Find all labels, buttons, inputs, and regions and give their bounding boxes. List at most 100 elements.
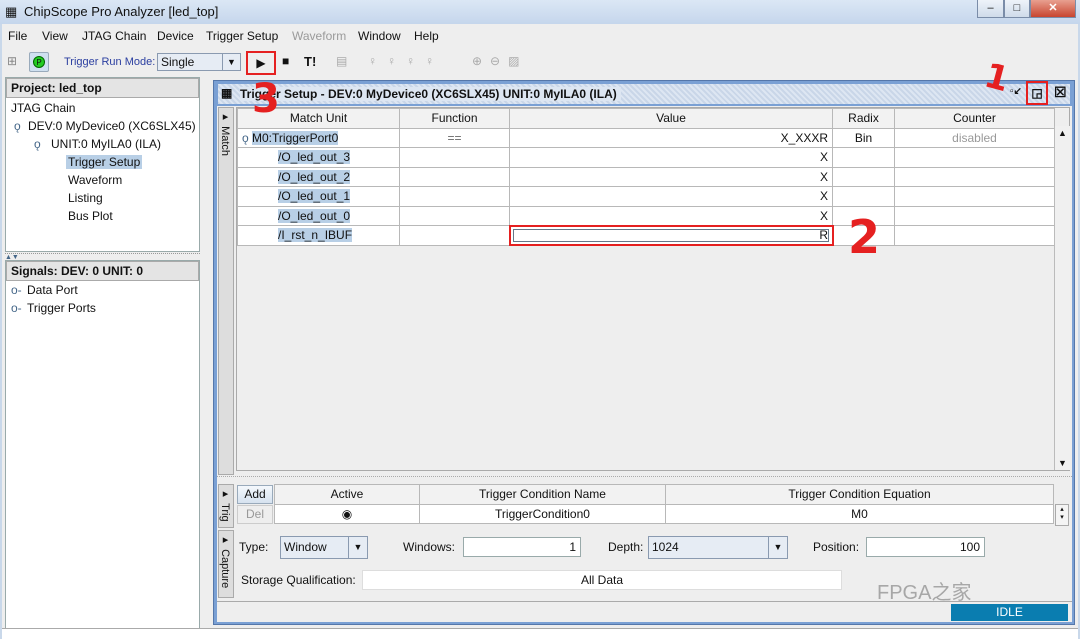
table-row[interactable]: ǫ M0:TriggerPort0 == X_XXXR Bin disabled <box>237 127 1055 148</box>
counter-cell[interactable] <box>894 186 1055 207</box>
col-value[interactable]: Value <box>509 108 833 129</box>
splitter[interactable] <box>217 476 1072 480</box>
navigation-icons[interactable]: ♀♀♀♀ <box>368 54 444 68</box>
counter-cell[interactable] <box>894 166 1055 187</box>
menu-window[interactable]: Window <box>358 29 401 43</box>
float-icon[interactable]: ▫↙ <box>1010 86 1022 97</box>
tree-listing[interactable]: Listing <box>68 191 103 205</box>
function-cell[interactable] <box>399 166 510 187</box>
del-button[interactable]: Del <box>237 505 273 524</box>
tree-device[interactable]: DEV:0 MyDevice0 (XC6SLX45) <box>28 119 196 133</box>
stop-button[interactable]: ■ <box>282 54 289 68</box>
function-cell[interactable] <box>399 205 510 226</box>
maximize-button[interactable]: □ <box>1004 0 1030 18</box>
trigger-immediate-button[interactable]: T! <box>304 54 316 69</box>
condition-equation-cell[interactable]: M0 <box>665 503 1054 524</box>
cable-status-button[interactable]: P <box>29 52 49 72</box>
match-table: Match Unit Function Value Radix Counter … <box>237 108 1055 246</box>
col-condition-name[interactable]: Trigger Condition Name <box>419 484 666 505</box>
document-icon[interactable]: ▤ <box>336 54 347 68</box>
capture-tab-label: Capture <box>219 549 231 589</box>
tab-trig[interactable]: ▸ Trig <box>218 484 234 528</box>
radix-cell[interactable] <box>832 166 895 187</box>
menu-help[interactable]: Help <box>414 29 439 43</box>
menu-trigger-setup[interactable]: Trigger Setup <box>206 29 278 43</box>
tree-unit[interactable]: UNIT:0 MyILA0 (ILA) <box>51 137 161 151</box>
add-button[interactable]: Add <box>237 485 273 504</box>
scroll-down-icon[interactable]: ▼ <box>1058 458 1067 468</box>
match-unit-cell[interactable]: M0:TriggerPort0 <box>252 130 339 145</box>
col-counter[interactable]: Counter <box>894 108 1055 129</box>
jtag-icon[interactable]: ⊞ <box>7 54 17 68</box>
match-unit-cell: /O_led_out_1 <box>278 189 351 204</box>
col-radix[interactable]: Radix <box>832 108 895 129</box>
signal-trigger-ports[interactable]: Trigger Ports <box>27 301 96 315</box>
type-select[interactable]: Window ▼ <box>280 536 368 559</box>
toolbar: ⊞ P Trigger Run Mode: Single ▼ ▶ ■ T! ▤ ♀… <box>2 51 602 75</box>
type-label: Type: <box>239 540 269 554</box>
position-input[interactable]: 100 <box>866 537 985 557</box>
led-icon: P <box>33 56 45 68</box>
value-input-cell[interactable]: R <box>508 224 834 246</box>
close-inner-button[interactable]: ☒ <box>1054 84 1067 101</box>
counter-cell[interactable]: disabled <box>894 127 1055 148</box>
value-cell[interactable]: X <box>509 205 833 226</box>
tree-trigger-setup[interactable]: Trigger Setup <box>66 155 143 169</box>
zoom-icons[interactable]: ⊕⊖▨ <box>472 54 527 68</box>
radix-cell[interactable] <box>832 147 895 168</box>
radix-cell[interactable] <box>832 186 895 207</box>
value-cell[interactable]: X_XXXR <box>509 127 833 148</box>
maximize-inner-button[interactable]: ◲ <box>1026 81 1048 105</box>
run-button[interactable]: ▶ <box>246 51 276 75</box>
value-cell[interactable]: X <box>509 166 833 187</box>
condition-name-cell[interactable]: TriggerCondition0 <box>419 503 666 524</box>
match-table-area: Match Unit Function Value Radix Counter … <box>236 107 1070 471</box>
tree-waveform[interactable]: Waveform <box>68 173 122 187</box>
tree-bus-plot[interactable]: Bus Plot <box>68 209 113 223</box>
run-mode-value: Single <box>161 55 195 69</box>
close-button[interactable]: ✕ <box>1030 0 1076 18</box>
table-row[interactable]: /O_led_out_2 X <box>237 166 1055 187</box>
menu-view[interactable]: View <box>42 29 68 43</box>
value-cell[interactable]: X <box>509 186 833 207</box>
menu-file[interactable]: File <box>8 29 27 43</box>
depth-select[interactable]: 1024 ▼ <box>648 536 788 559</box>
function-cell[interactable] <box>399 147 510 168</box>
vertical-scrollbar[interactable]: ▲ ▼ <box>1054 126 1070 470</box>
scroll-up-icon[interactable]: ▲ <box>1058 128 1067 138</box>
splitter[interactable]: ▲▼ <box>5 253 200 261</box>
position-label: Position: <box>813 540 860 554</box>
match-unit-cell: /I_rst_n_IBUF <box>278 228 353 243</box>
signal-data-port[interactable]: Data Port <box>27 283 78 297</box>
tab-match[interactable]: ▸ Match <box>218 107 234 475</box>
tree-jtag-chain[interactable]: JTAG Chain <box>11 101 75 115</box>
col-active[interactable]: Active <box>274 484 420 505</box>
table-row[interactable]: /O_led_out_0 X <box>237 205 1055 226</box>
menu-jtag-chain[interactable]: JTAG Chain <box>82 29 146 43</box>
minimize-button[interactable]: – <box>977 0 1004 18</box>
radix-cell[interactable]: Bin <box>832 127 895 148</box>
windows-input[interactable]: 1 <box>463 537 581 557</box>
window-title: ChipScope Pro Analyzer [led_top] <box>24 4 219 19</box>
function-cell[interactable] <box>399 186 510 207</box>
spinner[interactable]: ▴ ▾ <box>1055 504 1069 526</box>
table-row[interactable]: ◉ TriggerCondition0 M0 <box>274 503 1054 524</box>
table-row[interactable]: /O_led_out_3 X <box>237 147 1055 168</box>
menu-waveform[interactable]: Waveform <box>292 29 346 43</box>
counter-cell[interactable] <box>894 205 1055 226</box>
table-row[interactable]: /I_rst_n_IBUF R <box>237 224 1055 246</box>
tab-capture[interactable]: ▸ Capture <box>218 530 234 598</box>
function-cell[interactable]: == <box>399 127 510 148</box>
value-cell[interactable]: X <box>509 147 833 168</box>
run-mode-select[interactable]: Single ▼ <box>157 53 241 71</box>
function-cell[interactable] <box>399 225 510 246</box>
menu-device[interactable]: Device <box>157 29 194 43</box>
counter-cell[interactable] <box>894 225 1055 246</box>
counter-cell[interactable] <box>894 147 1055 168</box>
col-function[interactable]: Function <box>399 108 510 129</box>
storage-qualification-field[interactable]: All Data <box>362 570 842 590</box>
active-radio[interactable]: ◉ <box>274 503 420 524</box>
match-unit-cell: /O_led_out_2 <box>278 169 351 184</box>
table-row[interactable]: /O_led_out_1 X <box>237 186 1055 207</box>
col-condition-equation[interactable]: Trigger Condition Equation <box>665 484 1054 505</box>
